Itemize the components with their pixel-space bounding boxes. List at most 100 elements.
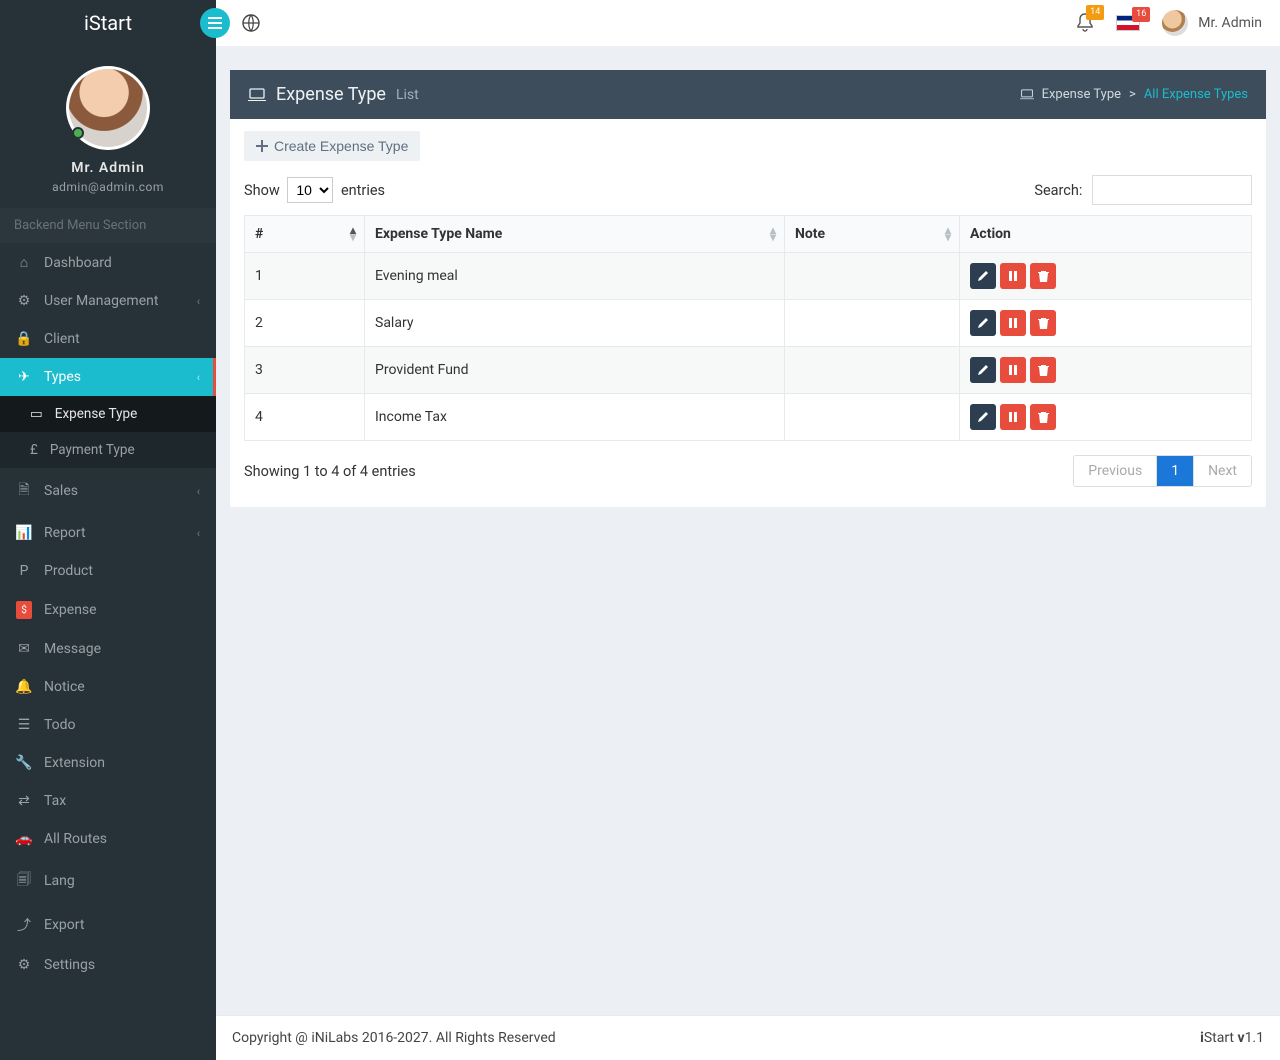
length-control: Show 10 entries bbox=[244, 177, 385, 203]
nav-label: All Routes bbox=[44, 831, 107, 847]
chevron-left-icon: ‹ bbox=[197, 485, 200, 498]
nav-product[interactable]: PProduct bbox=[0, 552, 216, 590]
nav-types[interactable]: ✈Types‹ bbox=[0, 358, 216, 396]
col-note[interactable]: Note▴▾ bbox=[785, 216, 960, 253]
notifications-button[interactable]: 14 bbox=[1076, 13, 1094, 33]
pager-page-1[interactable]: 1 bbox=[1156, 456, 1193, 486]
list-icon: ☰ bbox=[16, 717, 32, 733]
cell-action bbox=[960, 253, 1252, 300]
col-id[interactable]: #▴▾ bbox=[245, 216, 365, 253]
status-dot-icon bbox=[72, 127, 84, 139]
nav-todo[interactable]: ☰Todo bbox=[0, 706, 216, 744]
table-row: 4Income Tax bbox=[245, 394, 1252, 441]
subnav-label: Expense Type bbox=[55, 406, 137, 422]
plus-icon bbox=[256, 140, 268, 152]
envelope-icon: ✉ bbox=[16, 641, 32, 657]
wrench-icon: 🔧 bbox=[16, 755, 32, 771]
page-title: Expense Type List bbox=[248, 84, 419, 105]
nav-client[interactable]: 🔒Client bbox=[0, 320, 216, 358]
nav-report[interactable]: 📊Report‹ bbox=[0, 514, 216, 552]
nav-export[interactable]: ⤴Export bbox=[0, 904, 216, 946]
th-label: Note bbox=[795, 226, 825, 242]
laptop-icon bbox=[248, 88, 266, 102]
delete-button[interactable] bbox=[1030, 357, 1056, 383]
trash-icon bbox=[1038, 364, 1049, 376]
nav-settings[interactable]: ⚙ Settings bbox=[0, 946, 216, 984]
avatar bbox=[66, 66, 150, 150]
cell-note bbox=[785, 394, 960, 441]
panel-body: Create Expense Type Show 10 entries Sear… bbox=[230, 119, 1266, 507]
user-menu[interactable]: Mr. Admin bbox=[1162, 10, 1262, 36]
nav-all-routes[interactable]: 🚗All Routes bbox=[0, 820, 216, 858]
footer-copyright: Copyright @ iNiLabs 2016-2027. All Right… bbox=[232, 1030, 556, 1046]
create-expense-type-button[interactable]: Create Expense Type bbox=[244, 131, 420, 161]
user-panel: Mr. Admin admin@admin.com bbox=[0, 46, 216, 208]
cell-action bbox=[960, 300, 1252, 347]
gear-icon: ⚙ bbox=[16, 957, 32, 973]
sidebar-toggle-button[interactable] bbox=[200, 8, 230, 38]
pause-button[interactable] bbox=[1000, 357, 1026, 383]
pause-button[interactable] bbox=[1000, 310, 1026, 336]
pause-button[interactable] bbox=[1000, 404, 1026, 430]
language-button[interactable]: 16 bbox=[1116, 15, 1140, 31]
avatar-icon bbox=[1162, 10, 1188, 36]
nav-label: User Management bbox=[44, 293, 158, 309]
delete-button[interactable] bbox=[1030, 263, 1056, 289]
nav-tax[interactable]: ⇄Tax bbox=[0, 782, 216, 820]
show-label-post: entries bbox=[341, 182, 385, 199]
nav-dashboard[interactable]: ⌂Dashboard bbox=[0, 243, 216, 282]
nav-label: Product bbox=[44, 563, 93, 579]
delete-button[interactable] bbox=[1030, 404, 1056, 430]
search-input[interactable] bbox=[1092, 175, 1252, 205]
nav-notice[interactable]: 🔔Notice bbox=[0, 668, 216, 706]
topbar-right: 14 16 Mr. Admin bbox=[1076, 10, 1280, 36]
delete-button[interactable] bbox=[1030, 310, 1056, 336]
pause-button[interactable] bbox=[1000, 263, 1026, 289]
expense-icon: $ bbox=[16, 601, 32, 619]
nav-expense[interactable]: $Expense bbox=[0, 590, 216, 630]
nav-message[interactable]: ✉Message bbox=[0, 630, 216, 668]
nav-user-management[interactable]: ⚙User Management‹ bbox=[0, 282, 216, 320]
table-row: 1Evening meal bbox=[245, 253, 1252, 300]
cell-name: Income Tax bbox=[365, 394, 785, 441]
edit-button[interactable] bbox=[970, 357, 996, 383]
page-length-select[interactable]: 10 bbox=[287, 177, 333, 203]
content: Expense Type List Expense Type > All Exp… bbox=[216, 46, 1280, 1015]
datatable-top-controls: Show 10 entries Search: bbox=[244, 175, 1252, 205]
nav-label: Settings bbox=[44, 957, 95, 973]
page-title-text: Expense Type bbox=[276, 84, 386, 105]
edit-button[interactable] bbox=[970, 310, 996, 336]
card-icon: ▭ bbox=[30, 406, 43, 422]
sort-icon: ▴▾ bbox=[770, 227, 776, 241]
pager-next[interactable]: Next bbox=[1193, 456, 1251, 486]
lock-icon: 🔒 bbox=[16, 331, 32, 347]
menu-section-header: Backend Menu Section bbox=[0, 208, 216, 243]
table-info: Showing 1 to 4 of 4 entries bbox=[244, 463, 416, 480]
lang-badge: 16 bbox=[1132, 7, 1150, 22]
table-row: 2Salary bbox=[245, 300, 1252, 347]
breadcrumb-parent[interactable]: Expense Type bbox=[1042, 87, 1121, 102]
subnav-payment-type[interactable]: £Payment Type bbox=[0, 432, 216, 468]
trash-icon bbox=[1038, 411, 1049, 423]
chevron-left-icon: ‹ bbox=[197, 527, 200, 540]
breadcrumb-current[interactable]: All Expense Types bbox=[1144, 87, 1248, 102]
nav-label: Lang bbox=[44, 873, 75, 889]
export-icon: ⤴ bbox=[16, 915, 32, 935]
globe-button[interactable] bbox=[242, 14, 260, 32]
footer-version: iStart v1.1 bbox=[1200, 1030, 1264, 1046]
edit-button[interactable] bbox=[970, 263, 996, 289]
cell-note bbox=[785, 253, 960, 300]
brand[interactable]: iStart bbox=[0, 0, 216, 46]
th-label: Expense Type Name bbox=[375, 226, 502, 242]
nav-extension[interactable]: 🔧Extension bbox=[0, 744, 216, 782]
col-action: Action bbox=[960, 216, 1252, 253]
pager-previous[interactable]: Previous bbox=[1074, 456, 1156, 486]
col-name[interactable]: Expense Type Name ▴▾ bbox=[365, 216, 785, 253]
nav-sales[interactable]: 🗎Sales‹ bbox=[0, 468, 216, 514]
cell-name: Evening meal bbox=[365, 253, 785, 300]
nav-lang[interactable]: 🗐Lang bbox=[0, 858, 216, 904]
edit-button[interactable] bbox=[970, 404, 996, 430]
app-name: iStart bbox=[84, 11, 132, 35]
panel-header: Expense Type List Expense Type > All Exp… bbox=[230, 70, 1266, 119]
subnav-expense-type[interactable]: ▭ Expense Type bbox=[0, 396, 216, 432]
